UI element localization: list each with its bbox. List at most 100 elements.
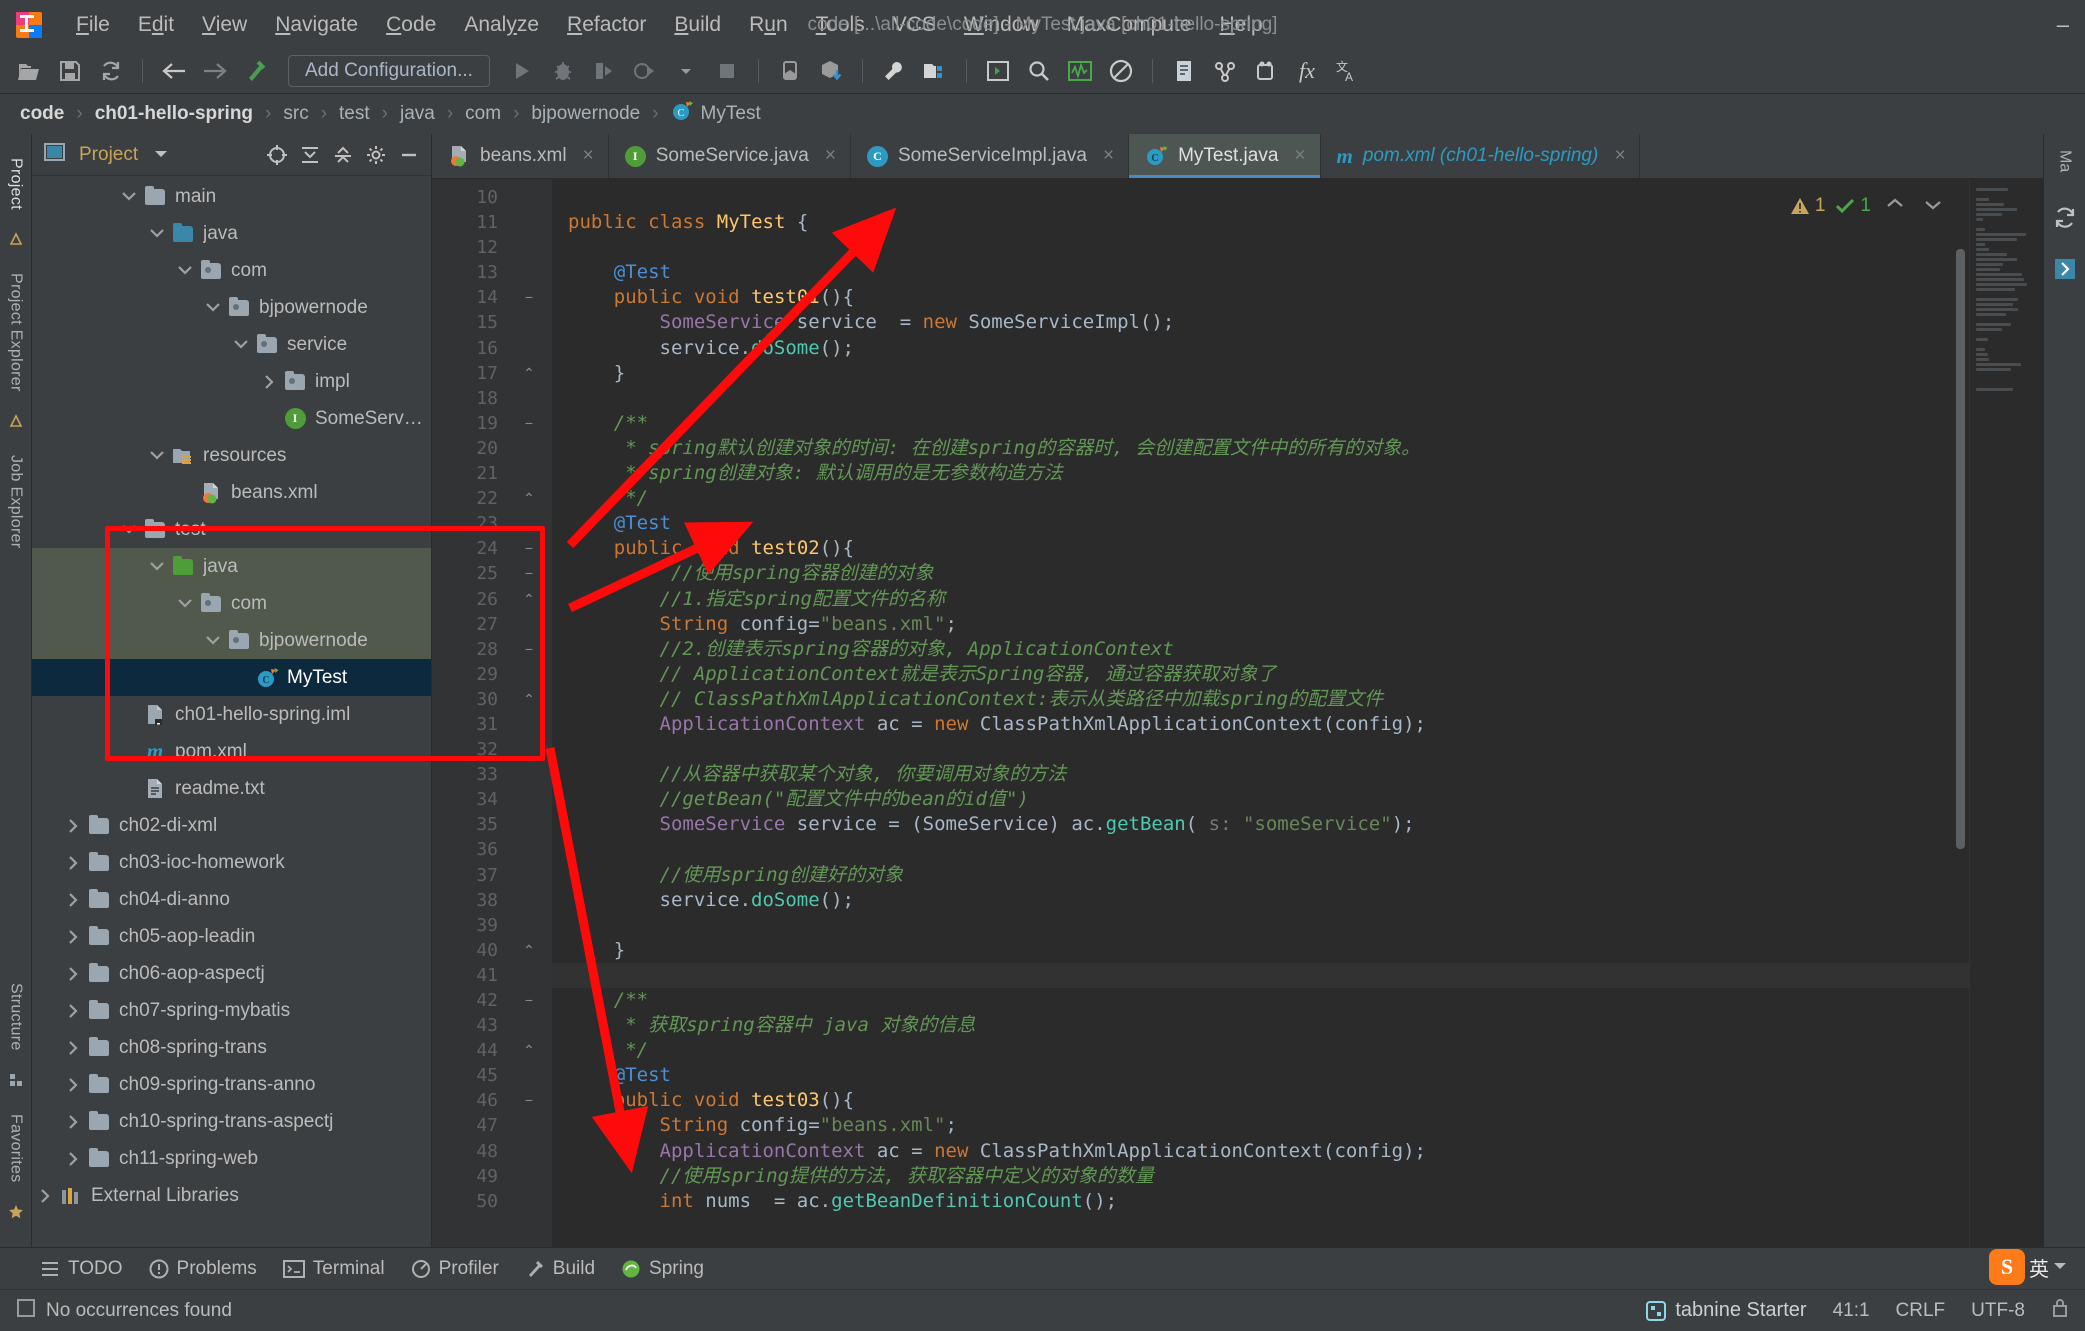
tree-node-main[interactable]: main <box>32 178 431 215</box>
tool-window-todo[interactable]: TODO <box>40 1258 123 1280</box>
add-configuration-button[interactable]: Add Configuration... <box>288 55 490 87</box>
sidebar-item-favorites[interactable]: Favorites <box>7 1104 25 1193</box>
tree-node-ch08-spring-trans[interactable]: ch08-spring-trans <box>32 1029 431 1066</box>
close-icon[interactable]: × <box>1103 145 1114 167</box>
settings-gear-icon[interactable] <box>362 142 390 168</box>
previous-problem-icon[interactable] <box>1881 196 1909 216</box>
chevron-down-icon[interactable] <box>228 339 254 350</box>
menu-item-maxcompute[interactable]: MaxCompute <box>1053 10 1206 39</box>
chevron-right-icon[interactable] <box>60 855 86 871</box>
profile-icon[interactable] <box>626 54 664 88</box>
project-tree[interactable]: main java com bjpowernode service impl I SomeSe… <box>32 176 431 1247</box>
editor-tab-pom-xml-ch01-hello-spring-[interactable]: m pom.xml (ch01-hello-spring) × <box>1321 134 1641 178</box>
close-icon[interactable]: × <box>825 145 836 167</box>
settings-wrench-icon[interactable] <box>875 54 913 88</box>
tree-node-readme-txt[interactable]: readme.txt <box>32 770 431 807</box>
tabnine-status[interactable]: tabnine Starter <box>1645 1299 1807 1322</box>
chevron-right-icon[interactable] <box>60 1040 86 1056</box>
save-icon[interactable] <box>51 54 89 88</box>
chevron-right-icon[interactable] <box>60 1151 86 1167</box>
tree-node-ch05-aop-leadin[interactable]: ch05-aop-leadin <box>32 918 431 955</box>
menu-item-window[interactable]: Window <box>950 10 1053 39</box>
sidebar-item-maven[interactable]: Ma <box>2056 144 2074 178</box>
collapse-all-icon[interactable] <box>329 142 357 168</box>
sync-icon[interactable] <box>92 54 130 88</box>
tree-node-beans-xml[interactable]: beans.xml <box>32 474 431 511</box>
code-fold-marker[interactable]: − <box>506 411 552 436</box>
no-entry-icon[interactable] <box>1102 54 1140 88</box>
breadcrumb-item-mytest[interactable]: C MyTest <box>671 100 761 128</box>
code-fold-marker[interactable]: − <box>506 637 552 662</box>
dropdown-icon[interactable] <box>667 54 705 88</box>
tree-node-ch02-di-xml[interactable]: ch02-di-xml <box>32 807 431 844</box>
back-arrow-icon[interactable] <box>155 54 193 88</box>
tree-node-pom-xml[interactable]: m pom.xml <box>32 733 431 770</box>
code-fold-marker[interactable]: − <box>506 561 552 586</box>
chevron-right-icon[interactable] <box>60 966 86 982</box>
code-fold-marker[interactable]: ⌃ <box>506 587 552 612</box>
tool-window-build[interactable]: Build <box>525 1258 595 1280</box>
chevron-down-icon[interactable] <box>116 524 142 535</box>
sidebar-item-project-explorer[interactable]: Project Explorer <box>7 263 25 402</box>
tree-node-resources[interactable]: resources <box>32 437 431 474</box>
tree-node-someservice[interactable]: I SomeService <box>32 400 431 437</box>
tree-node-ch06-aop-aspectj[interactable]: ch06-aop-aspectj <box>32 955 431 992</box>
menu-item-run[interactable]: Run <box>735 10 802 39</box>
tree-node-java[interactable]: java <box>32 215 431 252</box>
menu-item-help[interactable]: Help <box>1205 10 1276 39</box>
tree-node-bjpowernode[interactable]: bjpowernode <box>32 622 431 659</box>
chevron-right-icon[interactable] <box>32 1188 58 1204</box>
line-separator[interactable]: CRLF <box>1896 1300 1946 1322</box>
chevron-down-icon[interactable] <box>200 635 226 646</box>
menu-item-file[interactable]: File <box>62 10 124 39</box>
breadcrumb-item-java[interactable]: java <box>400 103 435 125</box>
terminal-icon[interactable] <box>979 54 1017 88</box>
notes-icon[interactable] <box>1165 54 1203 88</box>
code-fold-marker[interactable]: − <box>506 285 552 310</box>
close-icon[interactable]: × <box>1614 145 1625 167</box>
project-structure-icon[interactable] <box>916 54 954 88</box>
breadcrumb-item-ch01-hello-spring[interactable]: ch01-hello-spring <box>95 103 253 125</box>
editor-tab-mytest-java[interactable]: C MyTest.java × <box>1129 134 1321 178</box>
debug-icon[interactable] <box>544 54 582 88</box>
locate-icon[interactable] <box>263 142 291 168</box>
file-encoding[interactable]: UTF-8 <box>1971 1300 2025 1322</box>
menu-item-code[interactable]: Code <box>372 10 450 39</box>
editor-tab-someservice-java[interactable]: I SomeService.java × <box>609 134 851 178</box>
tree-node-external-libraries[interactable]: External Libraries <box>32 1177 431 1214</box>
vcs-update-icon[interactable] <box>1206 54 1244 88</box>
code-fold-marker[interactable]: ⌃ <box>506 1038 552 1063</box>
chevron-right-icon[interactable] <box>60 1003 86 1019</box>
tree-node-bjpowernode[interactable]: bjpowernode <box>32 289 431 326</box>
breadcrumb-item-com[interactable]: com <box>465 103 501 125</box>
warning-badge[interactable]: 1 <box>1790 195 1825 217</box>
code-fold-marker[interactable]: − <box>506 1088 552 1113</box>
breadcrumb-item-code[interactable]: code <box>20 103 64 125</box>
chevron-down-icon[interactable] <box>144 561 170 572</box>
code-fold-marker[interactable]: ⌃ <box>506 486 552 511</box>
chevron-down-icon[interactable] <box>144 228 170 239</box>
editor-tab-someserviceimpl-java[interactable]: C SomeServiceImpl.java × <box>851 134 1130 178</box>
code-fold-marker[interactable]: ⌃ <box>506 687 552 712</box>
sogou-ime-indicator[interactable]: S 英 <box>1989 1249 2067 1285</box>
chevron-down-icon[interactable] <box>172 265 198 276</box>
breadcrumb-item-bjpowernode[interactable]: bjpowernode <box>531 103 640 125</box>
chevron-down-icon[interactable] <box>116 191 142 202</box>
tree-node-ch04-di-anno[interactable]: ch04-di-anno <box>32 881 431 918</box>
lock-icon[interactable] <box>2051 1298 2069 1324</box>
code-text-area[interactable]: public class MyTest { @Test public void … <box>552 179 1969 1247</box>
menu-item-edit[interactable]: Edit <box>124 10 188 39</box>
tool-window-terminal[interactable]: Terminal <box>282 1258 385 1280</box>
tree-node-service[interactable]: service <box>32 326 431 363</box>
editor-minimap[interactable] <box>1969 179 2043 1247</box>
ok-badge[interactable]: 1 <box>1835 195 1871 217</box>
code-fold-marker[interactable]: − <box>506 988 552 1013</box>
menu-item-build[interactable]: Build <box>660 10 735 39</box>
expand-all-icon[interactable] <box>296 142 324 168</box>
chevron-right-icon[interactable] <box>60 892 86 908</box>
tree-node-java[interactable]: java <box>32 548 431 585</box>
editor-vertical-scrollbar[interactable] <box>1956 249 1965 849</box>
tree-node-ch09-spring-trans-anno[interactable]: ch09-spring-trans-anno <box>32 1066 431 1103</box>
run-coverage-icon[interactable] <box>585 54 623 88</box>
caret-position[interactable]: 41:1 <box>1833 1300 1870 1322</box>
